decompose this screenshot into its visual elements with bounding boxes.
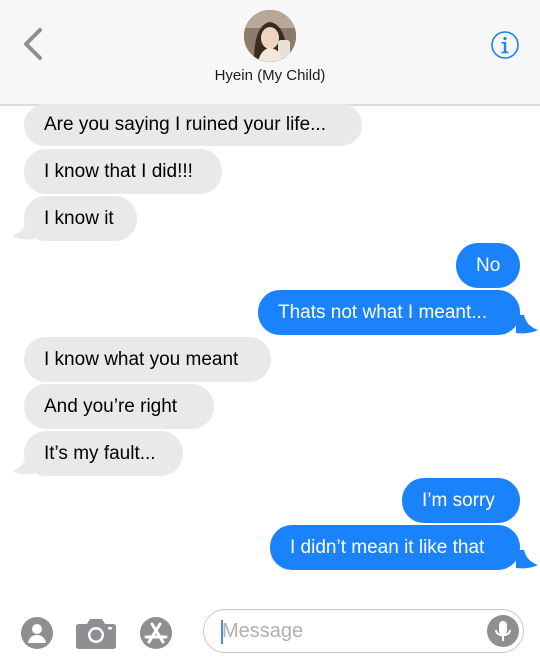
contact-avatar[interactable]: [244, 10, 296, 62]
outgoing-message[interactable]: No: [456, 243, 520, 288]
outgoing-message[interactable]: I didn’t mean it like that: [270, 525, 520, 570]
incoming-message[interactable]: It’s my fault...: [24, 431, 183, 476]
incoming-bubble-tail: [12, 456, 34, 475]
chevron-left-icon[interactable]: [18, 24, 50, 64]
message-input-field[interactable]: [203, 609, 524, 653]
incoming-message[interactable]: I know what you meant: [24, 337, 271, 382]
info-icon[interactable]: [490, 30, 520, 60]
conversation-header: Hyein (My Child): [0, 0, 540, 106]
outgoing-bubble-tail: [516, 550, 538, 569]
outgoing-message[interactable]: Thats not what I meant...: [258, 290, 520, 335]
incoming-message[interactable]: I know that I did!!!: [24, 149, 222, 194]
outgoing-message[interactable]: I’m sorry: [402, 478, 520, 523]
outgoing-bubble-tail: [516, 315, 538, 334]
camera-icon[interactable]: [75, 616, 117, 650]
app-store-icon[interactable]: [139, 616, 173, 650]
message-composer: [0, 599, 540, 665]
incoming-message[interactable]: And you’re right: [24, 384, 214, 429]
message-input[interactable]: [222, 616, 472, 646]
contact-name[interactable]: Hyein (My Child): [0, 67, 540, 84]
message-thread: Are you saying I ruined your life... I k…: [0, 104, 540, 599]
apps-icon[interactable]: [20, 616, 54, 650]
incoming-message[interactable]: I know it: [24, 196, 137, 241]
microphone-icon[interactable]: [487, 615, 519, 647]
incoming-message[interactable]: Are you saying I ruined your life...: [24, 104, 362, 146]
incoming-bubble-tail: [12, 221, 34, 240]
